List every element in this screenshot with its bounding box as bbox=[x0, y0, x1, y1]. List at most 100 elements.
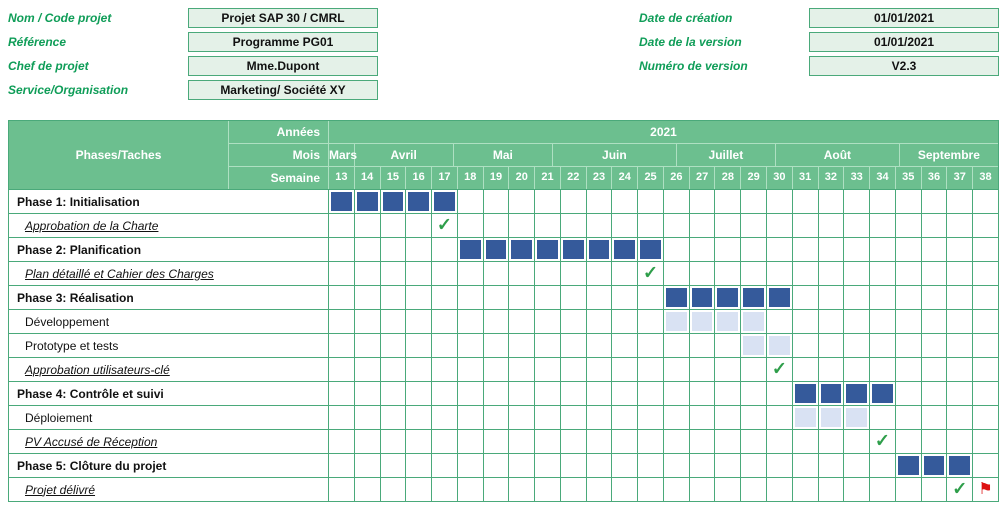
gantt-cell bbox=[922, 358, 948, 381]
gantt-bar-phase bbox=[795, 384, 816, 403]
gantt-row: Approbation de la Charte✓ bbox=[9, 213, 998, 237]
gantt-row: Phase 5: Clôture du projet bbox=[9, 453, 998, 477]
gantt-cell bbox=[561, 358, 587, 381]
gantt-bar-task bbox=[743, 336, 764, 355]
gantt-bar-phase bbox=[486, 240, 507, 259]
header-year: 2021 bbox=[329, 121, 998, 143]
gantt-cell bbox=[561, 430, 587, 453]
gantt-cell bbox=[509, 310, 535, 333]
gantt-bar-task bbox=[821, 408, 842, 427]
checkmark-icon: ✓ bbox=[437, 214, 452, 235]
gantt-cell bbox=[638, 238, 664, 261]
gantt-bar-phase bbox=[769, 288, 790, 307]
gantt-cell bbox=[484, 382, 510, 405]
gantt-cell bbox=[509, 238, 535, 261]
gantt-cell bbox=[870, 190, 896, 213]
gantt-cell bbox=[535, 286, 561, 309]
gantt-cell bbox=[484, 310, 510, 333]
gantt-cell bbox=[793, 214, 819, 237]
gantt-cell bbox=[664, 262, 690, 285]
gantt-bar-phase bbox=[872, 384, 893, 403]
gantt-cell bbox=[819, 358, 845, 381]
gantt-row-name: Phase 1: Initialisation bbox=[9, 190, 329, 213]
gantt-row: Phase 2: Planification bbox=[9, 237, 998, 261]
gantt-cell bbox=[381, 262, 407, 285]
gantt-cell bbox=[690, 238, 716, 261]
gantt-bar-phase bbox=[537, 240, 558, 259]
gantt-cell bbox=[664, 454, 690, 477]
meta-row: Service/OrganisationMarketing/ Société X… bbox=[8, 80, 378, 100]
header-week: 33 bbox=[844, 167, 870, 189]
meta-label: Nom / Code projet bbox=[8, 11, 188, 25]
gantt-cell bbox=[432, 454, 458, 477]
gantt-cell bbox=[561, 478, 587, 501]
gantt-cell bbox=[484, 238, 510, 261]
gantt-cell bbox=[922, 334, 948, 357]
gantt-cell bbox=[381, 478, 407, 501]
gantt-cell bbox=[587, 406, 613, 429]
gantt-row-cells: ✓⚑ bbox=[329, 478, 998, 501]
gantt-cell bbox=[947, 334, 973, 357]
gantt-cell bbox=[844, 478, 870, 501]
gantt-cell bbox=[432, 238, 458, 261]
gantt-cell bbox=[870, 310, 896, 333]
gantt-cell bbox=[819, 262, 845, 285]
gantt-cell bbox=[947, 190, 973, 213]
gantt-cell bbox=[947, 214, 973, 237]
header-week: 26 bbox=[664, 167, 690, 189]
gantt-cell bbox=[458, 190, 484, 213]
gantt-cell bbox=[973, 430, 998, 453]
gantt-bar-task bbox=[743, 312, 764, 331]
gantt-cell bbox=[509, 190, 535, 213]
gantt-cell bbox=[587, 430, 613, 453]
gantt-row-cells: ✓ bbox=[329, 358, 998, 381]
side-header-stack: Années Mois Semaine bbox=[229, 121, 329, 189]
header-mois: Mois bbox=[229, 144, 328, 167]
gantt-cell bbox=[741, 358, 767, 381]
meta-row: Date de la version01/01/2021 bbox=[639, 32, 999, 52]
gantt-cell bbox=[819, 286, 845, 309]
gantt-cell bbox=[355, 286, 381, 309]
gantt-cell bbox=[535, 406, 561, 429]
header-week: 32 bbox=[819, 167, 845, 189]
gantt-cell bbox=[715, 430, 741, 453]
gantt-cell bbox=[973, 190, 998, 213]
gantt-cell bbox=[329, 214, 355, 237]
gantt-cell bbox=[844, 238, 870, 261]
header-month: Avril bbox=[355, 144, 454, 166]
gantt-cell bbox=[406, 190, 432, 213]
gantt-cell bbox=[381, 406, 407, 429]
gantt-cell bbox=[355, 454, 381, 477]
gantt-cell bbox=[355, 430, 381, 453]
gantt-cell bbox=[844, 214, 870, 237]
gantt-cell bbox=[587, 478, 613, 501]
gantt-cell bbox=[767, 406, 793, 429]
meta-value: V2.3 bbox=[809, 56, 999, 76]
gantt-cell bbox=[664, 382, 690, 405]
gantt-cell bbox=[638, 454, 664, 477]
column-header-phases: Phases/Taches bbox=[9, 121, 229, 189]
gantt-cell bbox=[715, 382, 741, 405]
gantt-cell bbox=[741, 406, 767, 429]
gantt-cell bbox=[612, 238, 638, 261]
gantt-cell bbox=[896, 190, 922, 213]
gantt-cell bbox=[973, 406, 998, 429]
header-week: 22 bbox=[561, 167, 587, 189]
gantt-cell bbox=[896, 430, 922, 453]
gantt-cell bbox=[612, 334, 638, 357]
gantt-cell bbox=[535, 238, 561, 261]
gantt-bar-phase bbox=[434, 192, 455, 211]
gantt-cell bbox=[922, 478, 948, 501]
gantt-cell bbox=[715, 262, 741, 285]
gantt-row: PV Accusé de Réception✓ bbox=[9, 429, 998, 453]
gantt-cell bbox=[664, 310, 690, 333]
gantt-row: Phase 3: Réalisation bbox=[9, 285, 998, 309]
gantt-cell bbox=[819, 214, 845, 237]
gantt-cell bbox=[561, 214, 587, 237]
gantt-cell bbox=[947, 454, 973, 477]
gantt-cell bbox=[922, 310, 948, 333]
gantt-cell bbox=[715, 310, 741, 333]
header-week: 28 bbox=[715, 167, 741, 189]
gantt-cell bbox=[896, 406, 922, 429]
gantt-cell bbox=[767, 454, 793, 477]
